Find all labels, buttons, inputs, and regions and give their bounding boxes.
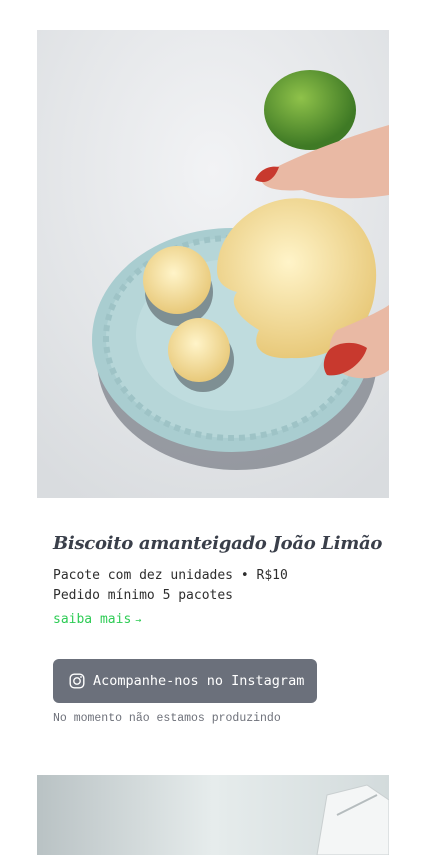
product-photo [37,30,389,498]
instagram-icon [69,673,85,689]
next-product-photo [37,775,389,855]
next-product-illustration [37,775,389,855]
product-card-body: Biscoito amanteigado João Limão Pacote c… [53,533,393,627]
package-info: Pacote com dez unidades • R$10 [53,568,288,583]
minimum-order-info: Pedido mínimo 5 pacotes [53,588,234,603]
learn-more-label: saiba mais [53,612,132,627]
production-status-text: No momento não estamos produzindo [53,712,281,725]
instagram-button-label: Acompanhe-nos no Instagram [93,673,305,689]
instagram-follow-button[interactable]: Acompanhe-nos no Instagram [53,659,317,703]
learn-more-link[interactable]: saiba mais → [53,612,141,627]
product-title: Biscoito amanteigado João Limão [53,533,383,554]
cookie-plate-illustration [37,30,389,498]
arrow-right-icon: → [135,615,142,626]
